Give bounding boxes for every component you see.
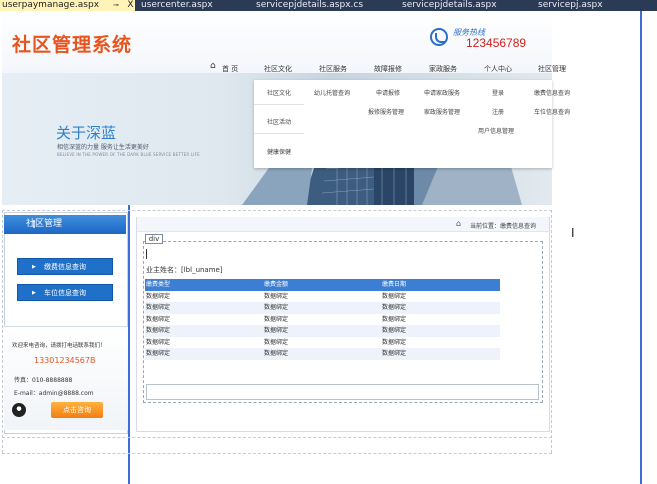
div-tag-label[interactable]: div bbox=[145, 234, 163, 244]
table-row: 数据绑定 数据绑定 数据绑定 bbox=[145, 337, 500, 349]
table-row: 数据绑定 数据绑定 数据绑定 bbox=[145, 348, 500, 360]
dropdown-item[interactable]: 家政服务管理 bbox=[424, 107, 460, 116]
banner-subtitle: 相信深蓝的力量 服务让生活更美好 bbox=[57, 144, 149, 151]
table-cell: 数据绑定 bbox=[382, 315, 407, 323]
table-cell: 数据绑定 bbox=[382, 338, 407, 346]
dropdown-item[interactable]: 申请报修 bbox=[376, 88, 400, 97]
table-header-row: 缴费类型 缴费金额 缴费日期 bbox=[145, 279, 500, 291]
dropdown-item[interactable]: 登录 bbox=[492, 88, 504, 97]
triangle-right-icon: ▶ bbox=[32, 290, 36, 296]
dropdown-item[interactable]: 缴费信息查询 bbox=[534, 88, 570, 97]
region-outline bbox=[2, 210, 3, 453]
consult-button[interactable]: 点击咨询 bbox=[51, 402, 103, 418]
sidebar-header: 社区管理 bbox=[4, 215, 126, 234]
list-icon: ∥ bbox=[32, 219, 36, 228]
tab-label: usercenter.aspx bbox=[141, 0, 213, 10]
contact-fax: 传真：010-8888888 bbox=[14, 377, 73, 384]
triangle-right-icon: ▶ bbox=[32, 264, 36, 270]
banner-title: 关于深蓝 bbox=[56, 124, 117, 142]
dropdown-item[interactable]: 社区活动 bbox=[267, 117, 291, 126]
site-logo: 社区管理系统 bbox=[12, 34, 133, 56]
table-cell: 数据绑定 bbox=[146, 315, 171, 323]
tab-usercenter[interactable]: usercenter.aspx bbox=[139, 0, 213, 11]
text-cursor-icon: I bbox=[571, 226, 575, 240]
editor-tab-bar: userpaymanage.aspx ⊸ X usercenter.aspx s… bbox=[0, 0, 657, 11]
tab-servicepj[interactable]: servicepj.aspx bbox=[536, 0, 603, 11]
table-cell: 数据绑定 bbox=[264, 338, 289, 346]
dropdown-item[interactable]: 注册 bbox=[492, 107, 504, 116]
tab-servicepjdetails[interactable]: servicepjdetails.aspx bbox=[400, 0, 497, 11]
nav-housekeeping[interactable]: 家政服务 bbox=[429, 64, 457, 74]
payment-table: 缴费类型 缴费金额 缴费日期 数据绑定 数据绑定 数据绑定 数据绑定 数据绑定 … bbox=[145, 279, 500, 360]
dropdown-item[interactable]: 用户信息管理 bbox=[478, 126, 514, 135]
nav-dropdown: 社区文化 社区活动 健康保健 幼儿托管查询 申请报修 报修服务管理 申请家政服务… bbox=[254, 80, 570, 168]
table-cell: 数据绑定 bbox=[264, 327, 289, 334]
nav-service[interactable]: 社区服务 bbox=[319, 64, 347, 74]
home-icon: ⌂ bbox=[456, 219, 462, 228]
tab-label: servicepj.aspx bbox=[538, 0, 603, 10]
button-label: 车位信息查询 bbox=[44, 289, 86, 297]
divider bbox=[254, 104, 304, 105]
tab-divider bbox=[640, 11, 642, 484]
table-row: 数据绑定 数据绑定 数据绑定 bbox=[145, 291, 500, 303]
table-row: 数据绑定 数据绑定 数据绑定 bbox=[145, 325, 500, 337]
nav-culture[interactable]: 社区文化 bbox=[264, 64, 292, 74]
nav-repair[interactable]: 故障报修 bbox=[374, 64, 402, 74]
owner-name-label: 业主姓名：[lbl_uname] bbox=[146, 266, 223, 274]
nav-community-manage[interactable]: 社区管理 bbox=[538, 64, 566, 74]
contact-phone: 13301234567B bbox=[34, 356, 96, 365]
table-row: 数据绑定 数据绑定 数据绑定 bbox=[145, 314, 500, 326]
column-header: 缴费日期 bbox=[382, 281, 407, 288]
table-cell: 数据绑定 bbox=[382, 292, 407, 300]
sidebar-button-parking-query[interactable]: ▶ 车位信息查询 bbox=[17, 284, 113, 301]
table-row: 数据绑定 数据绑定 数据绑定 bbox=[145, 302, 500, 314]
sidebar-button-payment-query[interactable]: ▶ 缴费信息查询 bbox=[17, 258, 113, 275]
banner-subtitle-en: BELIEVE IN THE POWER OF THE DARK BLUE SE… bbox=[57, 152, 200, 157]
table-cell: 数据绑定 bbox=[382, 350, 407, 357]
table-cell: 数据绑定 bbox=[264, 315, 289, 323]
table-cell: 数据绑定 bbox=[146, 350, 171, 357]
table-cell: 数据绑定 bbox=[264, 292, 289, 300]
table-cell: 数据绑定 bbox=[146, 292, 171, 300]
tab-label: servicepjdetails.aspx bbox=[402, 0, 497, 10]
nav-personal-center[interactable]: 个人中心 bbox=[484, 64, 512, 74]
table-cell: 数据绑定 bbox=[382, 304, 407, 311]
divider bbox=[254, 133, 304, 134]
table-cell: 数据绑定 bbox=[264, 304, 289, 311]
table-cell: 数据绑定 bbox=[146, 327, 171, 334]
breadcrumb: 当前位置：缴费信息查询 bbox=[470, 223, 537, 230]
region-outline bbox=[2, 437, 552, 438]
column-header: 缴费类型 bbox=[146, 281, 171, 288]
table-cell: 数据绑定 bbox=[146, 338, 171, 346]
dropdown-item[interactable]: 社区文化 bbox=[267, 88, 291, 97]
pin-icon[interactable]: ⊸ bbox=[113, 0, 119, 11]
dropdown-item[interactable]: 申请家政服务 bbox=[424, 88, 460, 97]
region-outline bbox=[2, 210, 552, 211]
close-icon[interactable]: X bbox=[126, 0, 135, 11]
table-cell: 数据绑定 bbox=[382, 327, 407, 334]
tab-label: userpaymanage.aspx bbox=[2, 0, 100, 10]
contact-intro: 欢迎来电咨询，请拨打电话联系我们！ bbox=[12, 343, 106, 349]
contact-email: E-mail：admin@8888.com bbox=[14, 390, 94, 397]
nav-home[interactable]: 首 页 bbox=[222, 64, 238, 74]
phone-icon bbox=[430, 28, 448, 46]
hotline-number: 123456789 bbox=[466, 36, 527, 50]
button-label: 缴费信息查询 bbox=[44, 263, 86, 271]
text-caret bbox=[146, 249, 147, 259]
main-nav: 首 页 社区文化 社区服务 故障报修 家政服务 个人中心 社区管理 bbox=[2, 60, 566, 76]
region-outline bbox=[551, 210, 552, 453]
dropdown-item[interactable]: 健康保健 bbox=[267, 147, 291, 156]
tab-userpaymanage[interactable]: userpaymanage.aspx bbox=[0, 0, 126, 11]
dropdown-item[interactable]: 车位信息查询 bbox=[534, 107, 570, 116]
region-outline bbox=[2, 453, 552, 454]
qq-icon[interactable] bbox=[12, 403, 26, 417]
tab-servicepjdetails-cs[interactable]: servicepjdetails.aspx.cs bbox=[254, 0, 363, 11]
table-cell: 数据绑定 bbox=[146, 304, 171, 311]
dropdown-item[interactable]: 报修服务管理 bbox=[368, 107, 404, 116]
column-header: 缴费金额 bbox=[264, 281, 289, 288]
tab-label: servicepjdetails.aspx.cs bbox=[256, 0, 364, 10]
pager-placeholder[interactable] bbox=[146, 384, 539, 400]
dropdown-item[interactable]: 幼儿托管查询 bbox=[314, 88, 350, 97]
table-cell: 数据绑定 bbox=[264, 350, 289, 357]
